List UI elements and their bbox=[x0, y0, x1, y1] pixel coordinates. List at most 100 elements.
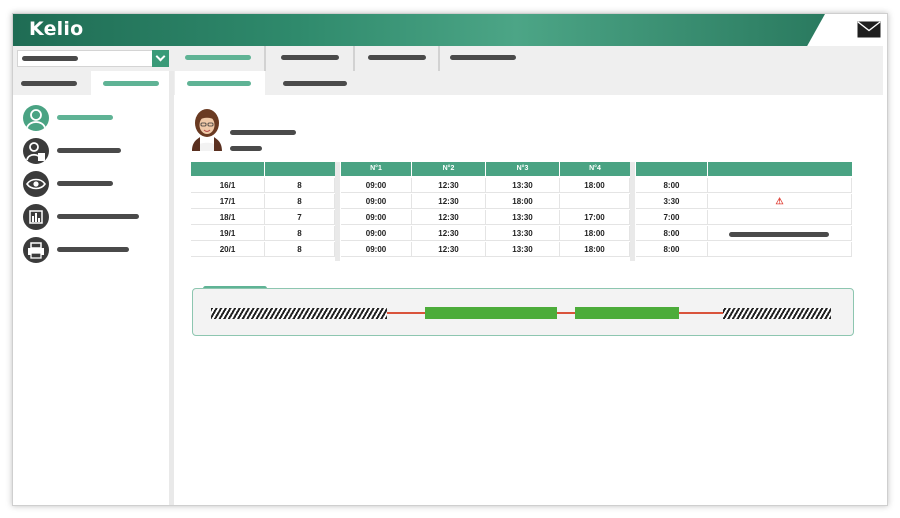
column-header-n1: N°1 bbox=[341, 162, 411, 176]
day-timeline bbox=[192, 288, 854, 336]
cell-hours: 7 bbox=[265, 210, 335, 225]
employee-subtitle bbox=[230, 146, 262, 151]
nav-item-2-label bbox=[57, 148, 121, 153]
employee-avatar bbox=[190, 107, 224, 151]
tab-separator bbox=[264, 46, 266, 71]
cell-status bbox=[708, 226, 852, 241]
cell-hours: 8 bbox=[265, 194, 335, 209]
timeline-work-period[interactable] bbox=[425, 307, 557, 319]
bar-chart-icon bbox=[23, 204, 49, 230]
left-subtab-1[interactable] bbox=[21, 81, 77, 86]
user-circle-icon bbox=[23, 105, 49, 131]
cell-date: 19/1 bbox=[191, 226, 265, 241]
panel-divider bbox=[169, 71, 174, 505]
timeline-gap bbox=[387, 312, 425, 314]
cell-date: 20/1 bbox=[191, 242, 265, 257]
app-header: Kelio bbox=[13, 14, 887, 46]
column-header-n3: N°3 bbox=[486, 162, 559, 176]
timeline-gap bbox=[557, 312, 575, 314]
left-subtab-2[interactable] bbox=[91, 71, 169, 95]
cell-n3: 13:30 bbox=[486, 210, 560, 225]
cell-n1: 09:00 bbox=[341, 210, 412, 225]
view-select[interactable] bbox=[17, 50, 169, 67]
printer-icon bbox=[23, 237, 49, 263]
subtab-active[interactable] bbox=[175, 71, 265, 95]
cell-n3: 18:00 bbox=[486, 194, 560, 209]
cell-n3: 13:30 bbox=[486, 226, 560, 241]
cell-n1: 09:00 bbox=[341, 194, 412, 209]
cell-n2: 12:30 bbox=[412, 210, 486, 225]
tab-4[interactable] bbox=[450, 55, 516, 60]
header-bar bbox=[13, 14, 825, 46]
cell-date: 17/1 bbox=[191, 194, 265, 209]
column-header bbox=[636, 162, 707, 176]
tab-separator bbox=[438, 46, 440, 71]
cell-total: 8:00 bbox=[636, 226, 708, 241]
tab-3[interactable] bbox=[368, 55, 426, 60]
cell-hours: 8 bbox=[265, 226, 335, 241]
column-header bbox=[265, 162, 335, 176]
cell-n2: 12:30 bbox=[412, 226, 486, 241]
employee-name bbox=[230, 130, 296, 135]
tab-1[interactable] bbox=[185, 55, 251, 60]
cell-total: 7:00 bbox=[636, 210, 708, 225]
tab-2[interactable] bbox=[281, 55, 339, 60]
app-logo[interactable]: Kelio bbox=[29, 18, 83, 40]
cell-status bbox=[708, 178, 852, 193]
cell-n2: 12:30 bbox=[412, 194, 486, 209]
cell-n3: 13:30 bbox=[486, 242, 560, 257]
app-window: Kelio N°1 N°2 N°3 N°4 16/1 8 09:00 12:30… bbox=[12, 13, 888, 506]
subtab-active-label bbox=[187, 81, 251, 86]
subtab-2[interactable] bbox=[283, 81, 347, 86]
cell-total: 3:30 bbox=[636, 194, 708, 209]
nav-item-1-label bbox=[57, 115, 113, 120]
toolbar bbox=[13, 46, 883, 71]
cell-n4 bbox=[560, 194, 630, 209]
timeline-work-period[interactable] bbox=[575, 307, 679, 319]
nav-item-5-label bbox=[57, 247, 129, 252]
cell-n1: 09:00 bbox=[341, 226, 412, 241]
timeline-off-period bbox=[211, 308, 387, 319]
column-group-separator bbox=[335, 162, 340, 261]
tab-separator bbox=[353, 46, 355, 71]
timeline-gap bbox=[679, 312, 723, 314]
column-header-n2: N°2 bbox=[412, 162, 485, 176]
cell-date: 16/1 bbox=[191, 178, 265, 193]
cell-date: 18/1 bbox=[191, 210, 265, 225]
sub-toolbar bbox=[13, 71, 883, 95]
nav-item-3-label bbox=[57, 181, 113, 186]
mail-icon[interactable] bbox=[857, 21, 881, 38]
cell-total: 8:00 bbox=[636, 242, 708, 257]
cell-n4: 18:00 bbox=[560, 226, 630, 241]
nav-item-5[interactable] bbox=[23, 237, 163, 263]
cell-n3: 13:30 bbox=[486, 178, 560, 193]
cell-hours: 8 bbox=[265, 178, 335, 193]
cell-n4: 18:00 bbox=[560, 178, 630, 193]
nav-item-3[interactable] bbox=[23, 171, 163, 197]
cell-hours: 8 bbox=[265, 242, 335, 257]
nav-item-4-label bbox=[57, 214, 139, 219]
chevron-down-icon[interactable] bbox=[152, 50, 169, 67]
nav-item-2[interactable] bbox=[23, 138, 163, 164]
eye-icon bbox=[23, 171, 49, 197]
cell-n2: 12:30 bbox=[412, 178, 486, 193]
left-nav bbox=[13, 95, 169, 505]
user-document-icon bbox=[23, 138, 49, 164]
status-message bbox=[729, 232, 829, 237]
column-header bbox=[191, 162, 264, 176]
left-subtab-2-label bbox=[103, 81, 159, 86]
nav-item-4[interactable] bbox=[23, 204, 163, 230]
cell-n1: 09:00 bbox=[341, 178, 412, 193]
timeline-off-period bbox=[723, 308, 831, 319]
column-group-separator bbox=[630, 162, 635, 261]
cell-status bbox=[708, 210, 852, 225]
nav-item-1[interactable] bbox=[23, 105, 163, 131]
cell-total: 8:00 bbox=[636, 178, 708, 193]
cell-n1: 09:00 bbox=[341, 242, 412, 257]
cell-status bbox=[708, 242, 852, 257]
cell-n4: 17:00 bbox=[560, 210, 630, 225]
cell-n4: 18:00 bbox=[560, 242, 630, 257]
warning-icon[interactable]: ⚠ bbox=[708, 194, 852, 209]
view-select-value bbox=[22, 56, 78, 61]
logo-text: Kelio bbox=[29, 18, 84, 40]
